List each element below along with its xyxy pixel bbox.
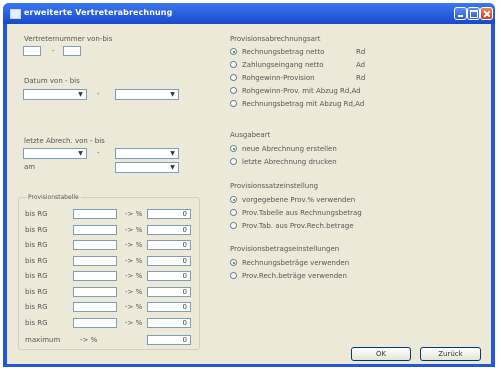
- prov-row-percent-input[interactable]: 0: [147, 302, 191, 312]
- chevron-down-icon: ▼: [78, 150, 83, 157]
- prov-row-arrow: -> %: [125, 272, 143, 280]
- prov-row-label: bis RG: [25, 225, 48, 234]
- provisionssatz-title: Provisionssatzeinstellung: [230, 182, 319, 190]
- radio-label: Prov.Rech.beträge verwenden: [242, 272, 347, 280]
- prov-row-percent-input[interactable]: 0: [147, 286, 191, 297]
- chevron-down-icon: ▼: [78, 91, 83, 98]
- prov-row-amount-input[interactable]: [73, 286, 117, 297]
- abrech-dash: -: [97, 149, 100, 157]
- maximum-arrow: -> %: [80, 336, 98, 344]
- prov-row-amount-input[interactable]: [73, 240, 117, 250]
- datum-to-select[interactable]: ▼: [115, 89, 179, 100]
- prov-row-arrow: -> %: [125, 303, 143, 311]
- prov-row-percent-input[interactable]: 0: [147, 224, 191, 235]
- prov-row-label: bis RG: [25, 256, 48, 265]
- vertreternummer-label: Vertreternummer von-bis: [24, 35, 113, 43]
- prov-row-amount-input[interactable]: [73, 224, 117, 235]
- am-label: am: [24, 163, 36, 171]
- close-button[interactable]: [480, 7, 493, 20]
- prov-row-arrow: -> %: [125, 318, 143, 327]
- radio-button[interactable]: [230, 145, 237, 152]
- radio-button[interactable]: [230, 100, 237, 107]
- am-select[interactable]: ▼: [115, 162, 179, 173]
- radio-code: Ad: [356, 61, 366, 69]
- window-icon: [10, 9, 21, 19]
- radio-button[interactable]: [230, 272, 237, 279]
- chevron-down-icon: ▼: [170, 91, 175, 98]
- dialog-client-area: Vertreternummer von-bis - Datum von - bi…: [7, 24, 491, 364]
- datum-label: Datum von - bis: [24, 77, 80, 85]
- prov-row-percent-input[interactable]: 0: [147, 271, 191, 281]
- radio-label: Prov.Tabelle aus Rechnungsbetrag: [242, 209, 362, 217]
- prov-row-arrow: -> %: [125, 210, 143, 218]
- provisionsbetrag-title: Provisionsbetragseinstellungen: [230, 245, 340, 253]
- maximize-button[interactable]: [467, 7, 480, 20]
- radio-button[interactable]: [230, 74, 237, 81]
- prov-row-label: bis RG: [25, 318, 48, 327]
- radio-button[interactable]: [230, 259, 237, 266]
- abrech-label: letzte Abrech. von - bis: [24, 137, 105, 145]
- datum-from-select[interactable]: ▼: [23, 89, 87, 100]
- abrechnungsart-title: Provisionsabrechnungsart: [230, 35, 321, 43]
- prov-row-percent-input[interactable]: 0: [147, 209, 191, 219]
- radio-code: Rd: [356, 48, 366, 56]
- ausgabeart-title: Ausgabeart: [230, 131, 271, 139]
- prov-row-label: bis RG: [25, 287, 48, 296]
- vertreter-from-input[interactable]: [23, 46, 41, 56]
- datum-dash: -: [97, 90, 100, 98]
- radio-button[interactable]: [230, 222, 237, 229]
- prov-row-percent-input[interactable]: 0: [147, 240, 191, 250]
- prov-row-arrow: -> %: [125, 256, 143, 265]
- radio-label: Zahlungseingang netto: [242, 61, 324, 69]
- radio-label: vorgegebene Prov.% verwenden: [242, 196, 356, 204]
- prov-row-label: bis RG: [25, 210, 48, 218]
- prov-row-arrow: -> %: [125, 225, 143, 234]
- radio-label: Rohgewinn-Provision: [242, 74, 315, 82]
- prov-row-amount-input[interactable]: [73, 209, 117, 219]
- prov-row-arrow: -> %: [125, 287, 143, 296]
- abrech-from-select[interactable]: ▼: [23, 148, 87, 159]
- radio-label: Rechnungsbeträge verwenden: [242, 259, 350, 267]
- radio-label: Rechnungsbetrag mit Abzug Rd,Ad: [242, 100, 365, 108]
- chevron-down-icon: ▼: [170, 150, 175, 157]
- radio-label: Prov.Tab. aus Prov.Rech.betrage: [242, 222, 354, 230]
- prov-row-amount-input[interactable]: [73, 271, 117, 281]
- radio-button[interactable]: [230, 48, 237, 55]
- prov-row-amount-input[interactable]: [73, 317, 117, 328]
- maximum-label: maximum: [25, 336, 61, 344]
- title-bar[interactable]: erweiterte Vertreterabrechnung: [3, 3, 495, 24]
- radio-button[interactable]: [230, 196, 237, 203]
- prov-row-label: bis RG: [25, 272, 48, 280]
- prov-row-percent-input[interactable]: 0: [147, 317, 191, 328]
- radio-label: Rechnungsbetrag netto: [242, 48, 325, 56]
- prov-row-arrow: -> %: [125, 241, 143, 249]
- radio-button[interactable]: [230, 158, 237, 165]
- dialog-window: erweiterte Vertreterabrechnung Vertreter…: [3, 3, 495, 367]
- prov-row-amount-input[interactable]: [73, 302, 117, 312]
- radio-label: letzte Abrechnung drucken: [242, 158, 337, 166]
- prov-row-label: bis RG: [25, 241, 48, 249]
- prov-row-amount-input[interactable]: [73, 255, 117, 266]
- back-button[interactable]: Zurück: [420, 347, 481, 361]
- ok-button[interactable]: OK: [351, 347, 411, 361]
- minimize-button[interactable]: [454, 7, 467, 20]
- radio-code: Rd: [356, 74, 366, 82]
- provisionstabelle-title: Provisionstabelle: [26, 194, 81, 201]
- prov-row-label: bis RG: [25, 303, 48, 311]
- radio-label: Rohgewinn-Prov. mit Abzug Rd,Ad: [242, 87, 361, 95]
- window-title: erweiterte Vertreterabrechnung: [24, 8, 173, 17]
- abrech-to-select[interactable]: ▼: [115, 148, 179, 159]
- vertreter-to-input[interactable]: [63, 46, 81, 56]
- radio-button[interactable]: [230, 87, 237, 94]
- maximum-value-input[interactable]: 0: [147, 335, 191, 345]
- prov-row-percent-input[interactable]: 0: [147, 255, 191, 266]
- radio-button[interactable]: [230, 61, 237, 68]
- radio-button[interactable]: [230, 209, 237, 216]
- chevron-down-icon: ▼: [170, 164, 175, 171]
- radio-label: neue Abrechnung erstellen: [242, 145, 337, 153]
- vertreter-dash: -: [52, 47, 55, 55]
